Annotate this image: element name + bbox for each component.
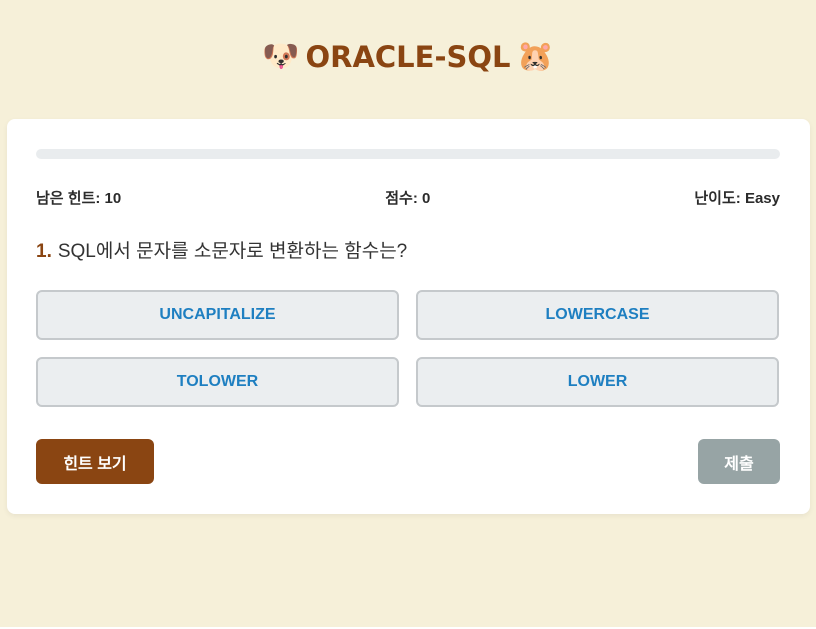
question-number: 1. xyxy=(36,241,52,262)
dog-face-icon: 🐶 xyxy=(262,40,300,73)
difficulty-label: 난이도: xyxy=(694,190,741,207)
quiz-stats: 남은 힌트: 10 점수: 0 난이도: Easy xyxy=(36,187,780,208)
difficulty-value: Easy xyxy=(744,190,780,207)
option-button-3[interactable]: TOLOWER xyxy=(36,357,399,407)
hamster-face-icon: 🐹 xyxy=(516,40,554,73)
hints-remaining-label: 남은 힌트: xyxy=(36,190,101,207)
app-title: ORACLE-SQL xyxy=(305,40,511,74)
app-header: 🐶 ORACLE-SQL 🐹 xyxy=(0,40,816,74)
show-hint-button[interactable]: 힌트 보기 xyxy=(36,439,154,484)
score-value: 0 xyxy=(422,190,431,207)
option-button-1[interactable]: UNCAPITALIZE xyxy=(36,290,399,340)
progress-bar xyxy=(36,149,780,159)
submit-button[interactable]: 제출 xyxy=(698,439,780,484)
difficulty: 난이도: Easy xyxy=(694,187,780,208)
quiz-card: 남은 힌트: 10 점수: 0 난이도: Easy 1. SQL에서 문자를 소문… xyxy=(7,119,810,514)
option-button-2[interactable]: LOWERCASE xyxy=(416,290,779,340)
question-body: SQL에서 문자를 소문자로 변환하는 함수는? xyxy=(57,241,408,262)
option-button-4[interactable]: LOWER xyxy=(416,357,779,407)
hints-remaining: 남은 힌트: 10 xyxy=(36,187,121,208)
hints-remaining-value: 10 xyxy=(104,190,122,207)
score-label: 점수: xyxy=(385,190,418,207)
score: 점수: 0 xyxy=(385,187,430,208)
question-text: 1. SQL에서 문자를 소문자로 변환하는 함수는? xyxy=(36,236,407,263)
